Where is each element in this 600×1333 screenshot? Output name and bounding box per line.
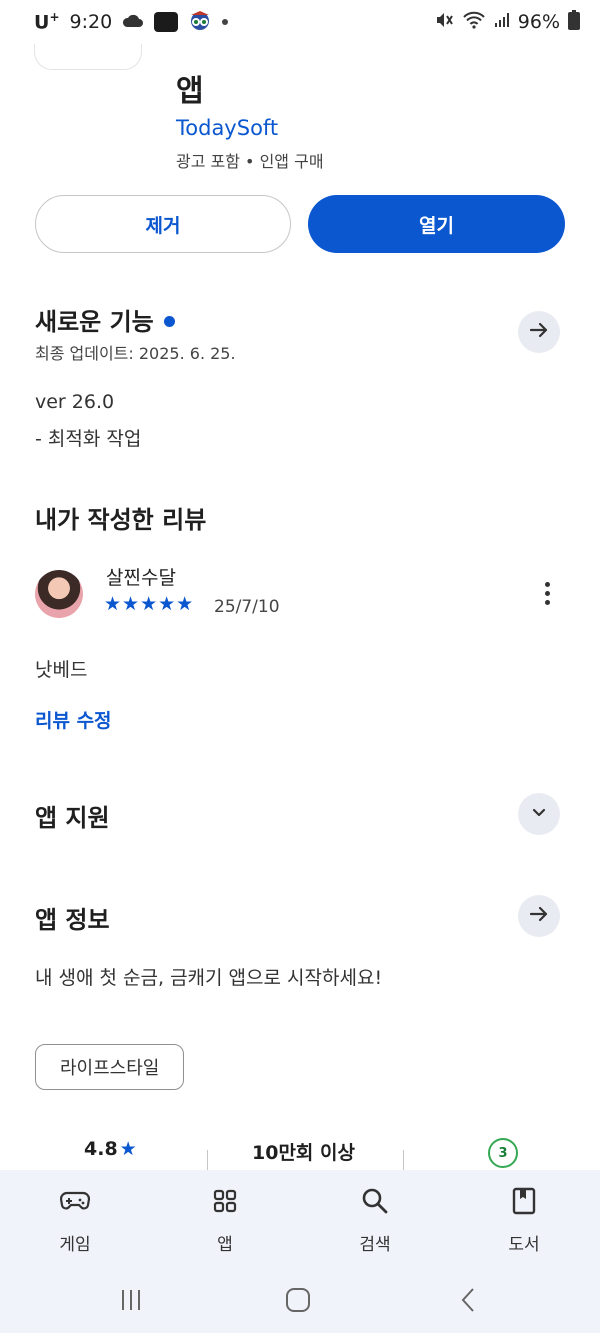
status-bar: U+ 9:20 96% [0,0,600,44]
my-review-title: 내가 작성한 리뷰 [35,506,207,534]
app-support-expand-button[interactable] [518,793,560,835]
whats-new-arrow-button[interactable] [518,311,560,353]
nav-item-books[interactable]: 도서 [474,1184,574,1255]
back-button[interactable] [443,1280,493,1320]
nav-label: 검색 [359,1235,391,1255]
star-icon: ★ [119,1138,137,1160]
notification-app-icon [154,12,179,32]
search-icon [358,1184,392,1218]
open-button[interactable]: 열기 [308,195,565,253]
system-nav-bar [0,1280,600,1320]
arrow-right-icon [528,319,550,345]
apps-grid-icon [208,1184,242,1218]
nav-label: 게임 [59,1235,91,1255]
signal-icon [494,11,510,33]
owl-icon [188,9,212,36]
home-button[interactable] [273,1280,323,1320]
more-options-icon[interactable] [532,578,562,608]
reviewer-name: 살찐수달 [106,567,176,589]
rating-value: 4.8 ★ [84,1138,137,1160]
mute-icon [434,11,454,34]
chevron-down-icon [529,802,549,826]
nav-label: 도서 [508,1235,540,1255]
app-meta: 광고 포함 • 인앱 구매 [176,152,324,171]
more-notifications-dot [222,19,229,25]
app-title: 앱 [176,74,204,109]
edit-review-link[interactable]: 리뷰 수정 [35,706,112,733]
app-support-title[interactable]: 앱 지원 [35,798,110,833]
nav-item-apps[interactable]: 앱 [175,1184,275,1255]
app-description: 내 생애 첫 순금, 금캐기 앱으로 시작하세요! [35,967,383,989]
nav-item-search[interactable]: 검색 [325,1184,425,1255]
new-indicator-dot [163,315,175,327]
category-chip[interactable]: 라이프스타일 [35,1044,185,1090]
recent-apps-button[interactable] [106,1280,156,1320]
battery-icon [568,9,580,35]
gamepad-icon [58,1184,92,1218]
last-updated: 최종 업데이트: 2025. 6. 25. [35,344,236,363]
remove-button[interactable]: 제거 [35,195,291,253]
version-text: ver 26.0 [35,391,115,413]
app-info-arrow-button[interactable] [518,895,560,937]
cloud-icon [122,11,144,33]
nav-label: 앱 [217,1235,233,1255]
avatar [35,570,83,618]
review-date: 25/7/10 [214,597,280,617]
release-notes: - 최적화 작업 [35,428,142,450]
carrier-label: U+ [34,10,60,34]
downloads-value: 10만회 이상 [252,1142,355,1164]
book-icon [507,1184,541,1218]
arrow-right-icon [528,903,550,929]
review-text: 낫베드 [35,659,88,681]
developer-link[interactable]: TodaySoft [176,116,278,140]
wifi-icon [462,11,486,34]
whats-new-title[interactable]: 새로운 기능 [35,302,175,337]
content-rating-badge: 3 [488,1138,518,1168]
review-stars: ★★★★★ [104,593,195,615]
battery-percentage: 96% [517,11,560,33]
nav-item-games[interactable]: 게임 [25,1184,125,1255]
clock: 9:20 [69,11,113,33]
app-info-title[interactable]: 앱 정보 [35,900,110,935]
